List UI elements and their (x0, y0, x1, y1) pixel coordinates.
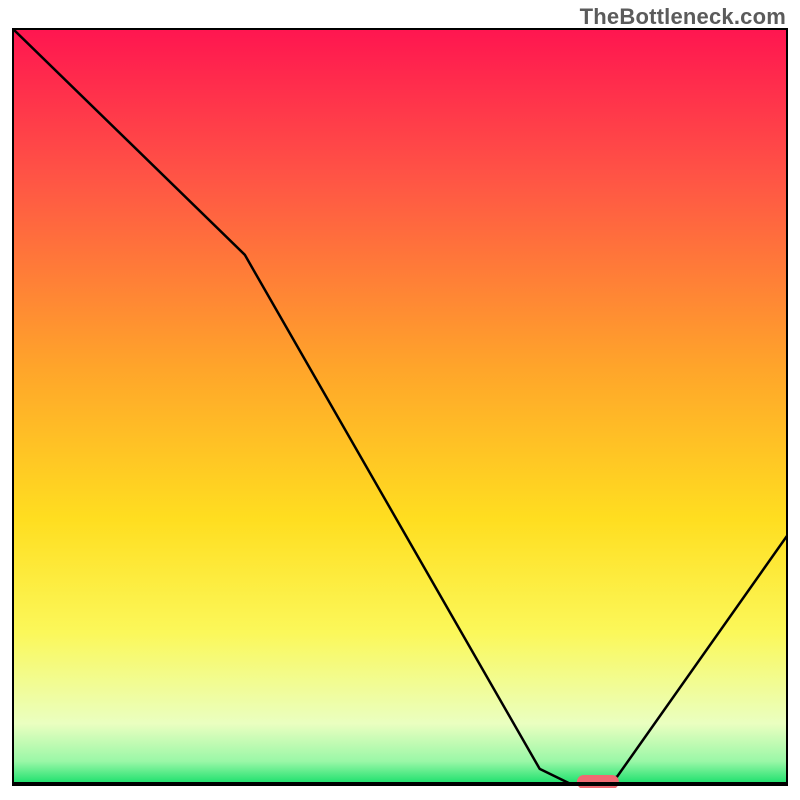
attribution-text: TheBottleneck.com (580, 4, 786, 30)
optimal-marker (577, 775, 619, 788)
bottleneck-chart (12, 28, 788, 788)
chart-svg (12, 28, 788, 788)
